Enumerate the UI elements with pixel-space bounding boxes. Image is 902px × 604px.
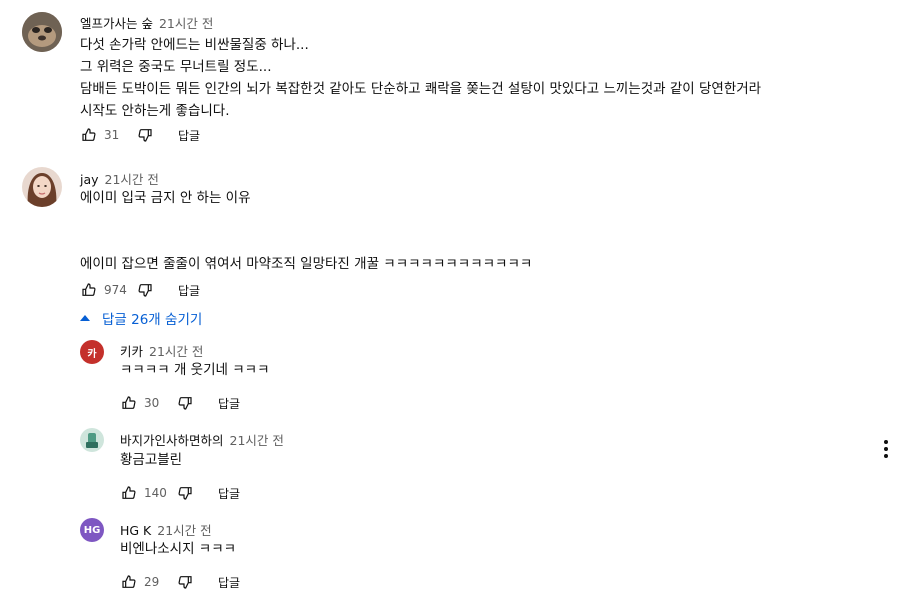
reply-button[interactable]: 답글	[218, 574, 240, 591]
reply-header: 키카 21시간 전	[120, 341, 203, 360]
comment-header: jay 21시간 전	[80, 169, 159, 188]
thumbs-down-icon[interactable]	[136, 126, 154, 144]
reply-author[interactable]: 바지가인사하면하의	[120, 430, 224, 449]
reply-actions: 140 답글	[120, 483, 240, 503]
like-count: 140	[144, 486, 167, 500]
avatar[interactable]	[80, 428, 104, 452]
reply-time[interactable]: 21시간 전	[149, 341, 203, 360]
triangle-up-icon	[80, 315, 90, 321]
comment-actions: 974 답글	[80, 280, 200, 300]
thumbs-up-icon[interactable]	[80, 126, 98, 144]
comment-author[interactable]: 엘프가사는 숲	[80, 13, 153, 32]
comment-text: 에이미 입국 금지 안 하는 이유 에이미 잡으면 줄줄이 엮여서 마약조직 일…	[80, 190, 533, 272]
avatar-letter: 카	[87, 348, 97, 360]
thumbs-down-icon[interactable]	[136, 281, 154, 299]
thumbs-up-icon[interactable]	[120, 394, 138, 412]
reply-button[interactable]: 답글	[178, 282, 200, 299]
avatar[interactable]	[22, 12, 62, 52]
reply-text: 황금고블린	[120, 452, 183, 468]
avatar[interactable]	[22, 167, 62, 207]
thumbs-up-icon[interactable]	[120, 573, 138, 591]
like-count: 31	[104, 128, 120, 142]
reply-text: 비엔나소시지 ㅋㅋㅋ	[120, 541, 237, 557]
hide-replies-button[interactable]: 답글 26개 숨기기	[78, 308, 202, 328]
reply-time[interactable]: 21시간 전	[157, 520, 211, 539]
reply-header: HG K 21시간 전	[120, 520, 212, 539]
reply-button[interactable]: 답글	[218, 485, 240, 502]
thumbs-down-icon[interactable]	[176, 394, 194, 412]
comment-actions: 31 답글	[80, 125, 200, 145]
more-vert-icon[interactable]	[878, 438, 894, 460]
comment-author[interactable]: jay	[80, 172, 99, 187]
reply-button[interactable]: 답글	[178, 127, 200, 144]
avatar[interactable]: HG	[80, 518, 104, 542]
reply-button[interactable]: 답글	[218, 395, 240, 412]
avatar[interactable]: 카	[80, 340, 104, 364]
thumbs-down-icon[interactable]	[176, 484, 194, 502]
like-count: 29	[144, 575, 160, 589]
avatar-letter: HG	[83, 524, 101, 536]
comment-text: 다섯 손가락 안에드는 비싼물질중 하나... 그 위력은 중국도 무너트릴 정…	[80, 37, 762, 119]
comment-time[interactable]: 21시간 전	[159, 13, 213, 32]
comment-time[interactable]: 21시간 전	[105, 169, 159, 188]
reply-author[interactable]: 키카	[120, 341, 143, 360]
reply-author[interactable]: HG K	[120, 523, 151, 538]
comment-header: 엘프가사는 숲 21시간 전	[80, 13, 213, 32]
like-count: 974	[104, 283, 127, 297]
reply-header: 바지가인사하면하의 21시간 전	[120, 430, 284, 449]
reply-actions: 29 답글	[120, 572, 240, 592]
reply-text: ㅋㅋㅋㅋ 개 웃기네 ㅋㅋㅋ	[120, 362, 270, 378]
hide-replies-label: 답글 26개 숨기기	[102, 312, 203, 328]
reply-actions: 30 답글	[120, 393, 240, 413]
like-count: 30	[144, 396, 160, 410]
thumbs-up-icon[interactable]	[80, 281, 98, 299]
thumbs-up-icon[interactable]	[120, 484, 138, 502]
thumbs-down-icon[interactable]	[176, 573, 194, 591]
reply-time[interactable]: 21시간 전	[230, 430, 284, 449]
